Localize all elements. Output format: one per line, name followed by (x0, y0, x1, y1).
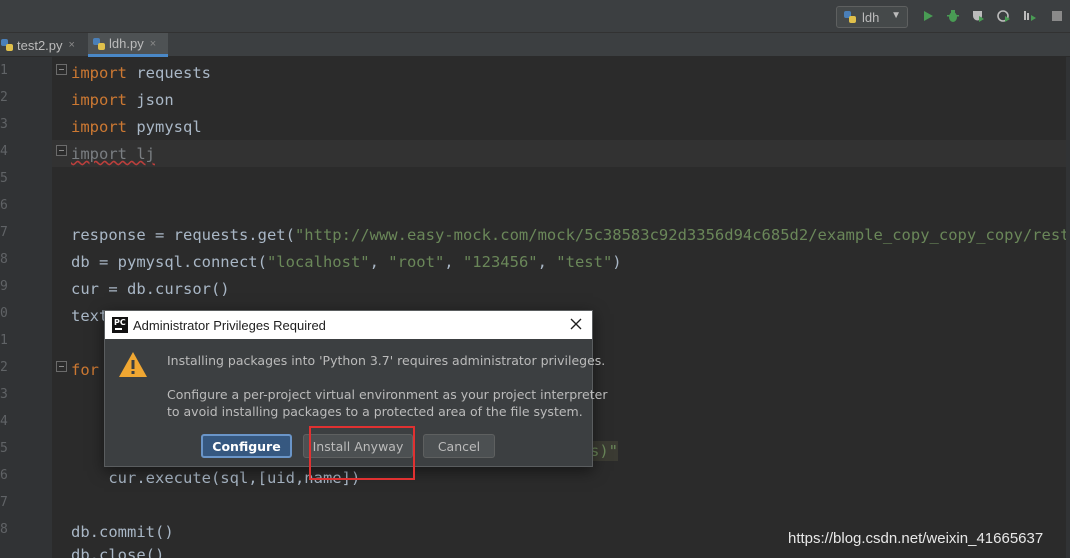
string-literal: "root" (388, 253, 445, 271)
code-line-15-fragment[interactable]: s)" (590, 441, 618, 461)
stop-icon[interactable] (1049, 8, 1065, 24)
string-literal: "123456" (462, 253, 538, 271)
main-toolbar: ldh ▼ (0, 0, 1070, 33)
line-number: 4 (0, 144, 8, 159)
line-number: 8 (0, 252, 8, 267)
python-file-icon (1, 39, 13, 51)
tab-label: test2.py (17, 37, 63, 53)
code-line-12[interactable]: for (71, 360, 99, 380)
code-text: db = pymysql.connect( (71, 253, 267, 271)
line-number: 2 (0, 90, 8, 105)
line-number: 7 (0, 495, 8, 510)
line-number: 3 (0, 117, 8, 132)
code-text: , (444, 253, 463, 271)
chevron-down-icon: ▼ (891, 10, 901, 21)
editor-scrollbar[interactable] (1066, 57, 1070, 558)
dialog-message-1: Installing packages into 'Python 3.7' re… (167, 353, 606, 368)
coverage-icon[interactable] (970, 8, 986, 24)
close-icon[interactable] (569, 317, 583, 331)
concurrency-icon[interactable] (1022, 8, 1038, 24)
dialog-message-2a: Configure a per-project virtual environm… (167, 387, 608, 402)
python-icon (844, 11, 856, 23)
code-line-7[interactable]: response = requests.get("http://www.easy… (71, 225, 1070, 245)
warning-icon (119, 352, 147, 377)
code-line-19[interactable]: db.close() (71, 545, 164, 558)
line-number: 5 (0, 171, 8, 186)
string-literal: "http://www.easy-mock.com/mock/5c38583c9… (294, 226, 1070, 244)
dialog-title-bar[interactable]: PC Administrator Privileges Required (105, 311, 592, 339)
editor-tabs: test2.py × ldh.py × (0, 33, 1070, 57)
fold-marker-icon[interactable] (56, 64, 67, 75)
close-icon[interactable]: × (150, 38, 156, 50)
run-icon[interactable] (920, 8, 936, 24)
run-configuration-select[interactable]: ldh ▼ (836, 6, 908, 28)
string-literal: "localhost" (266, 253, 370, 271)
profile-icon[interactable] (996, 8, 1012, 24)
line-number: 9 (0, 279, 8, 294)
keyword: import (71, 64, 127, 82)
annotation-highlight-box (309, 426, 415, 480)
configure-button[interactable]: Configure (201, 434, 292, 458)
dialog-message-2b: to avoid installing packages to a protec… (167, 404, 583, 419)
keyword: import (71, 118, 127, 136)
line-number: 8 (0, 522, 8, 537)
watermark: https://blog.csdn.net/weixin_41665637 (788, 530, 1044, 547)
code-line-8[interactable]: db = pymysql.connect("localhost", "root"… (71, 252, 622, 272)
cancel-button[interactable]: Cancel (423, 434, 495, 458)
keyword: import (71, 91, 127, 109)
logo-text: PC (114, 318, 126, 327)
code-text: , (537, 253, 557, 271)
line-number: 1 (0, 333, 8, 348)
fold-marker-icon[interactable] (56, 361, 67, 372)
code-line-3[interactable]: import pymysql (71, 117, 202, 137)
code-line-10[interactable]: text (71, 306, 108, 326)
line-number-gutter: 1 2 3 4 5 6 7 8 9 0 1 2 3 4 5 6 7 8 (0, 57, 52, 558)
code-text: requests (127, 64, 211, 82)
dialog-title: Administrator Privileges Required (133, 317, 326, 333)
string-literal: "test" (556, 253, 613, 271)
line-number: 4 (0, 414, 8, 429)
line-number: 5 (0, 441, 8, 456)
python-file-icon (93, 37, 105, 50)
code-text: pymysql (127, 118, 202, 136)
tab-test2-py[interactable]: test2.py × (0, 33, 84, 57)
code-text: response = requests.get( (71, 226, 295, 244)
pycharm-logo-icon: PC (112, 317, 128, 333)
code-line-18[interactable]: db.commit() (71, 522, 174, 542)
line-number: 7 (0, 225, 8, 240)
line-number: 6 (0, 198, 8, 213)
line-number: 3 (0, 387, 8, 402)
fold-marker-icon[interactable] (56, 145, 67, 156)
code-text: , (369, 253, 389, 271)
code-line-1[interactable]: import requests (71, 63, 211, 83)
line-number: 6 (0, 468, 8, 483)
run-configuration-label: ldh (862, 9, 880, 25)
tab-ldh-py[interactable]: ldh.py × (88, 33, 168, 57)
code-line-2[interactable]: import json (71, 90, 174, 110)
line-number: 0 (0, 306, 8, 321)
code-line-4-unused-import[interactable]: import lj (71, 144, 155, 164)
debug-icon[interactable] (945, 8, 961, 24)
line-number: 1 (0, 63, 8, 78)
current-line-highlight (52, 140, 1070, 167)
code-line-9[interactable]: cur = db.cursor() (71, 279, 230, 299)
line-number: 2 (0, 360, 8, 375)
code-text: json (127, 91, 174, 109)
close-icon[interactable]: × (69, 39, 75, 51)
tab-label: ldh.py (109, 36, 144, 51)
code-text: ) (612, 253, 622, 271)
